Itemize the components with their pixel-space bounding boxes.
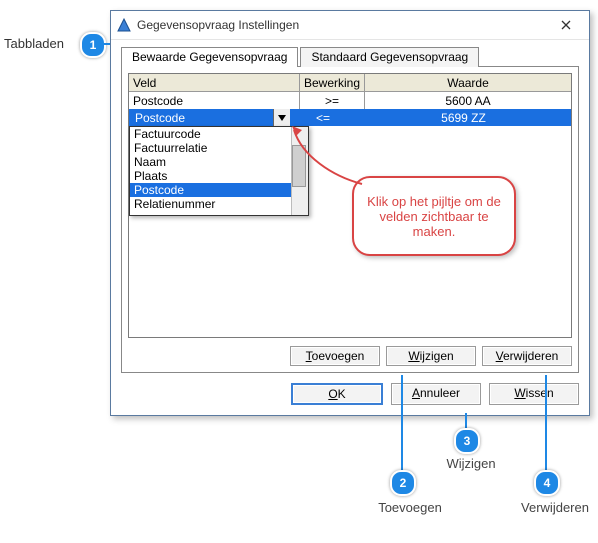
annotation-marker-4: 4 bbox=[534, 470, 560, 496]
col-header-waarde: Waarde bbox=[365, 74, 571, 91]
col-header-bewerking: Bewerking bbox=[300, 74, 365, 91]
cell-veld-value: Postcode bbox=[135, 111, 185, 125]
annotation-marker-3: 3 bbox=[454, 428, 480, 454]
dropdown-item[interactable]: Naam bbox=[130, 155, 308, 169]
col-header-veld: Veld bbox=[129, 74, 300, 91]
annotation-marker-2: 2 bbox=[390, 470, 416, 496]
annotation-caption-2: Toevoegen bbox=[370, 500, 450, 515]
dropdown-item[interactable]: Plaats bbox=[130, 169, 308, 183]
annotation-caption-4: Verwijderen bbox=[510, 500, 598, 515]
delete-button[interactable]: Verwijderen bbox=[482, 346, 572, 366]
close-icon[interactable] bbox=[547, 14, 585, 36]
tab-strip: Bewaarde Gegevensopvraag Standaard Gegev… bbox=[121, 47, 579, 67]
dropdown-item-selected[interactable]: Postcode bbox=[130, 183, 308, 197]
callout-text: Klik op het pijltje om de velden zichtba… bbox=[352, 176, 516, 256]
app-icon bbox=[117, 18, 131, 32]
annotation-marker-1: 1 bbox=[80, 32, 106, 58]
dropdown-item[interactable]: Relatienummer bbox=[130, 197, 308, 211]
cell-waarde: 5699 ZZ bbox=[356, 109, 571, 126]
grid-row-selected[interactable]: Postcode <= 5699 ZZ bbox=[129, 109, 571, 126]
tab-saved-query[interactable]: Bewaarde Gegevensopvraag bbox=[121, 47, 298, 67]
add-button[interactable]: Toevoegen bbox=[290, 346, 380, 366]
titlebar: Gegevensopvraag Instellingen bbox=[111, 11, 589, 40]
dialog-buttons: OK Annuleer Wissen bbox=[291, 383, 579, 405]
dropdown-item[interactable]: Factuurcode bbox=[130, 127, 308, 141]
annotation-caption-3: Wijzigen bbox=[436, 456, 506, 471]
edit-button[interactable]: Wijzigen bbox=[386, 346, 476, 366]
annotation-tabs-label: Tabbladen bbox=[4, 36, 64, 51]
callout: Klik op het pijltje om de velden zichtba… bbox=[352, 176, 522, 256]
grid-header-row: Veld Bewerking Waarde bbox=[129, 74, 571, 92]
ok-button[interactable]: OK bbox=[291, 383, 383, 405]
cancel-button[interactable]: Annuleer bbox=[391, 383, 481, 405]
grid-buttons: Toevoegen Wijzigen Verwijderen bbox=[290, 346, 572, 366]
chevron-down-icon[interactable] bbox=[273, 109, 290, 126]
grid-row[interactable]: Postcode >= 5600 AA bbox=[129, 92, 571, 109]
tab-standard-query[interactable]: Standaard Gegevensopvraag bbox=[300, 47, 479, 67]
annotation-line-4 bbox=[545, 375, 547, 470]
annotation-line-3 bbox=[465, 413, 467, 428]
dropdown-item[interactable]: Factuurrelatie bbox=[130, 141, 308, 155]
cell-veld: Postcode bbox=[129, 92, 300, 109]
dialog-title: Gegevensopvraag Instellingen bbox=[131, 18, 547, 32]
cell-veld-dropdown[interactable]: Postcode bbox=[129, 109, 291, 126]
callout-pointer bbox=[292, 126, 372, 196]
cell-bew: <= bbox=[291, 109, 356, 126]
cell-bew: >= bbox=[300, 92, 365, 109]
field-dropdown-list[interactable]: Factuurcode Factuurrelatie Naam Plaats P… bbox=[129, 126, 309, 216]
annotation-line-2 bbox=[401, 375, 403, 470]
clear-button[interactable]: Wissen bbox=[489, 383, 579, 405]
cell-waarde: 5600 AA bbox=[365, 92, 571, 109]
